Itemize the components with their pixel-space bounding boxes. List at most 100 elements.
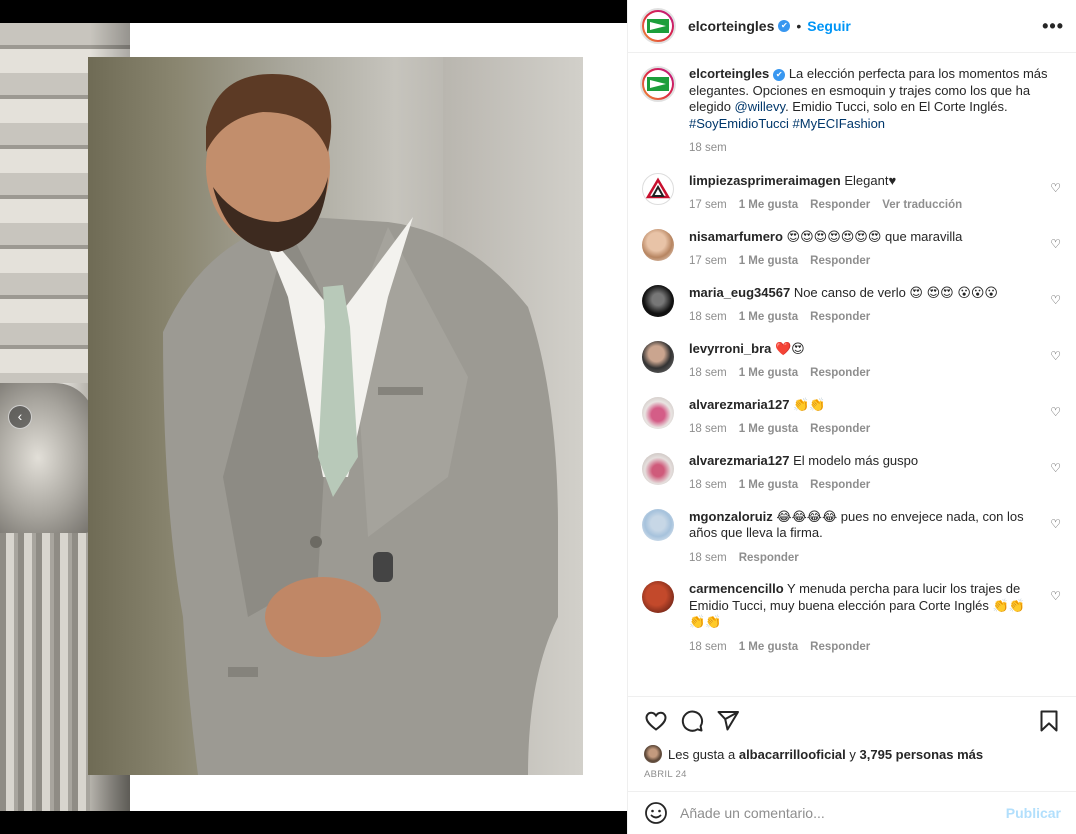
comment-username[interactable]: maria_eug34567 [689,285,790,300]
chevron-left-icon: ‹ [17,408,23,424]
post-image-area: ‹ [0,23,627,811]
comment-likes[interactable]: 1 Me gusta [739,421,798,438]
comment-avatar[interactable] [642,284,674,317]
comment-item: levyrroni_bra ❤️😍 18 sem 1 Me gusta Resp… [640,340,1061,382]
comment-likes[interactable]: 1 Me gusta [739,477,798,494]
comment-time[interactable]: 18 sem [689,309,727,326]
caption-hashtags[interactable]: #SoyEmidioTucci #MyECIFashion [689,116,885,131]
heart-icon[interactable]: ♡ [1050,461,1061,475]
translate-button[interactable]: Ver traducción [882,197,962,214]
comment-item: maria_eug34567 Noe canso de verlo 😍 😍😍 😮… [640,284,1061,326]
more-icon[interactable]: ••• [1042,16,1064,37]
comment-input[interactable] [680,805,1006,821]
comment-likes[interactable]: 1 Me gusta [739,197,798,214]
reply-button[interactable]: Responder [739,550,799,567]
post-side-panel: elcorteingles ✔ • Seguir ••• elcorteingl… [627,0,1076,834]
heart-icon[interactable]: ♡ [1050,517,1061,531]
carousel-prev-button[interactable]: ‹ [8,405,32,429]
comment-text: 😍😍😍😍😍😍😍 que maravilla [786,228,963,244]
model-in-suit-image [163,74,558,775]
caption-avatar[interactable] [640,66,676,102]
comment-username[interactable]: mgonzaloruiz [689,509,773,524]
eci-logo-icon [647,19,669,33]
post-header: elcorteingles ✔ • Seguir ••• [628,0,1076,53]
verified-icon: ✔ [773,68,786,81]
comment-username[interactable]: limpiezasprimeraimagen [689,173,841,188]
comment-item: limpiezasprimeraimagen Elegant♥ 17 sem 1… [640,172,1061,214]
caption-username[interactable]: elcorteingles [689,66,769,81]
comment-avatar[interactable] [642,452,674,485]
caption-time: 18 sem [689,142,727,154]
comment-time[interactable]: 18 sem [689,550,727,567]
heart-icon[interactable] [644,709,668,733]
triangle-logo-icon [646,177,670,198]
bookmark-icon[interactable] [1037,709,1061,733]
publish-button[interactable]: Publicar [1006,805,1061,821]
post-actions: Les gusta a albacarrillooficial y 3,795 … [628,696,1076,792]
caption-mention-link[interactable]: @willevy [735,99,786,114]
follow-button[interactable]: Seguir [807,18,851,34]
separator-dot: • [796,18,802,34]
account-avatar[interactable] [640,8,676,44]
post-photo [88,57,583,775]
comment-avatar[interactable] [642,581,674,613]
comment-avatar[interactable] [642,172,674,205]
add-comment-bar: Publicar [628,791,1076,834]
likes-prefix: Les gusta a [668,746,736,762]
comment-time[interactable]: 18 sem [689,365,727,382]
verified-icon: ✔ [778,20,791,32]
comment-time[interactable]: 17 sem [689,253,727,270]
liker-avatar[interactable] [644,745,662,763]
comment-text: Elegant♥ [844,172,897,188]
comment-time[interactable]: 18 sem [689,639,727,656]
emoji-icon[interactable] [644,801,668,825]
heart-icon[interactable]: ♡ [1050,181,1061,195]
comment-likes[interactable]: 1 Me gusta [739,639,798,656]
comment-text: El modelo más guspo [793,452,919,468]
comment-time[interactable]: 18 sem [689,421,727,438]
reply-button[interactable]: Responder [810,421,870,438]
reply-button[interactable]: Responder [810,253,870,270]
reply-button[interactable]: Responder [810,309,870,326]
comment-text: Noe canso de verlo 😍 😍😍 😮😮😮 [793,284,998,300]
comment-username[interactable]: alvarezmaria127 [689,453,789,468]
comment-item: alvarezmaria127 El modelo más guspo 18 s… [640,452,1061,494]
reply-button[interactable]: Responder [810,639,870,656]
reply-button[interactable]: Responder [810,365,870,382]
heart-icon[interactable]: ♡ [1050,349,1061,363]
heart-icon[interactable]: ♡ [1050,237,1061,251]
comment-likes[interactable]: 1 Me gusta [739,253,798,270]
comment-text: ❤️😍 [775,340,805,356]
reply-button[interactable]: Responder [810,197,870,214]
comment-icon[interactable] [680,709,704,733]
liker-username[interactable]: albacarrillooficial [739,747,846,762]
comment-item: carmencencillo Y menuda percha para luci… [640,581,1061,655]
comment-avatar[interactable] [642,396,674,429]
heart-icon[interactable]: ♡ [1050,589,1061,603]
comment-avatar[interactable] [642,508,674,541]
comment-username[interactable]: alvarezmaria127 [689,397,789,412]
reply-button[interactable]: Responder [810,477,870,494]
comments-list[interactable]: elcorteingles ✔ La elección perfecta para… [628,54,1076,695]
comment-text: 👏👏 [793,396,826,412]
post-date[interactable]: ABRIL 24 [644,769,1061,780]
comment-time[interactable]: 18 sem [689,477,727,494]
comment-likes[interactable]: 1 Me gusta [739,365,798,382]
comment-username[interactable]: nisamarfumero [689,229,783,244]
heart-icon[interactable]: ♡ [1050,293,1061,307]
post-caption: elcorteingles ✔ La elección perfecta para… [640,66,1061,157]
likes-count[interactable]: 3,795 personas más [860,747,984,762]
comment-likes[interactable]: 1 Me gusta [739,309,798,326]
comment-item: mgonzaloruiz 😂😂😂😂 pues no envejece nada,… [640,508,1061,567]
eci-logo-icon [647,77,669,91]
comment-username[interactable]: levyrroni_bra [689,341,771,356]
comment-item: nisamarfumero 😍😍😍😍😍😍😍 que maravilla 17 s… [640,228,1061,270]
comment-avatar[interactable] [642,340,674,373]
account-username[interactable]: elcorteingles [688,18,774,34]
caption-text-continued: . Emidio Tucci, solo en El Corte Inglés. [785,99,1008,114]
comment-username[interactable]: carmencencillo [689,581,784,596]
comment-avatar[interactable] [642,228,674,261]
share-icon[interactable] [716,709,740,733]
comment-time[interactable]: 17 sem [689,197,727,214]
heart-icon[interactable]: ♡ [1050,405,1061,419]
